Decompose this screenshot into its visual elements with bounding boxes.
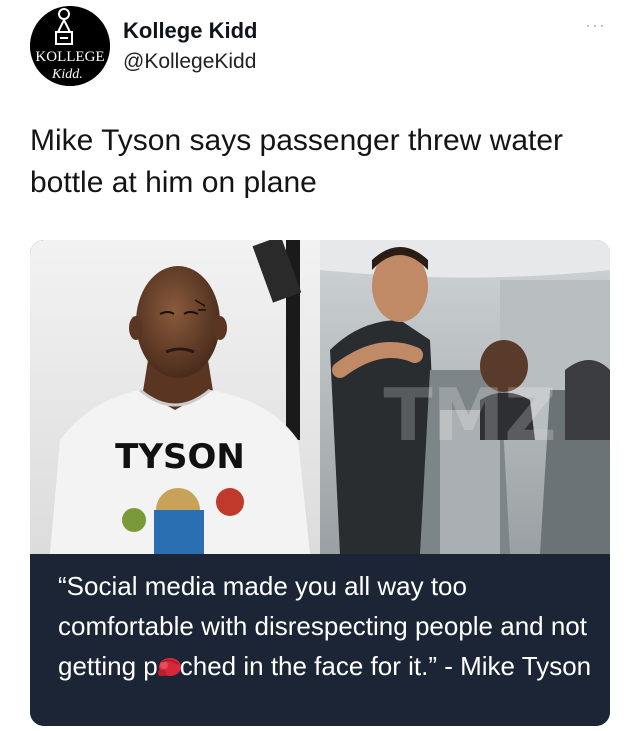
quote-caption-part-2: ched in the face for it.” - Mike Tyson — [179, 651, 592, 681]
tweet-text: Mike Tyson says passenger threw water bo… — [30, 124, 564, 199]
quote-caption: “Social media made you all way too comfo… — [58, 566, 598, 686]
shirt-print-text: TYSON — [115, 437, 245, 477]
svg-text:Kidd.: Kidd. — [51, 67, 83, 82]
tmz-watermark: TMZ — [384, 373, 557, 457]
author-display-name[interactable]: Kollege Kidd — [123, 18, 257, 44]
kollege-kidd-logo-icon: KOLLEGE Kidd. — [30, 6, 110, 86]
tweet-media[interactable]: TYSON TMZ “Social media made you all way… — [30, 240, 610, 726]
author-handle[interactable]: @KollegeKidd — [123, 50, 256, 74]
more-options-icon[interactable]: ··· — [585, 16, 606, 34]
avatar[interactable]: KOLLEGE Kidd. — [30, 6, 110, 86]
boxing-glove-icon — [157, 658, 181, 676]
svg-text:KOLLEGE: KOLLEGE — [35, 49, 104, 65]
tweet-header: KOLLEGE Kidd. Kollege Kidd @KollegeKidd … — [30, 6, 610, 90]
portrait-photo: TYSON — [30, 240, 320, 554]
quote-caption-box: “Social media made you all way too comfo… — [30, 554, 610, 726]
airplane-cabin-photo: TMZ — [320, 240, 610, 554]
